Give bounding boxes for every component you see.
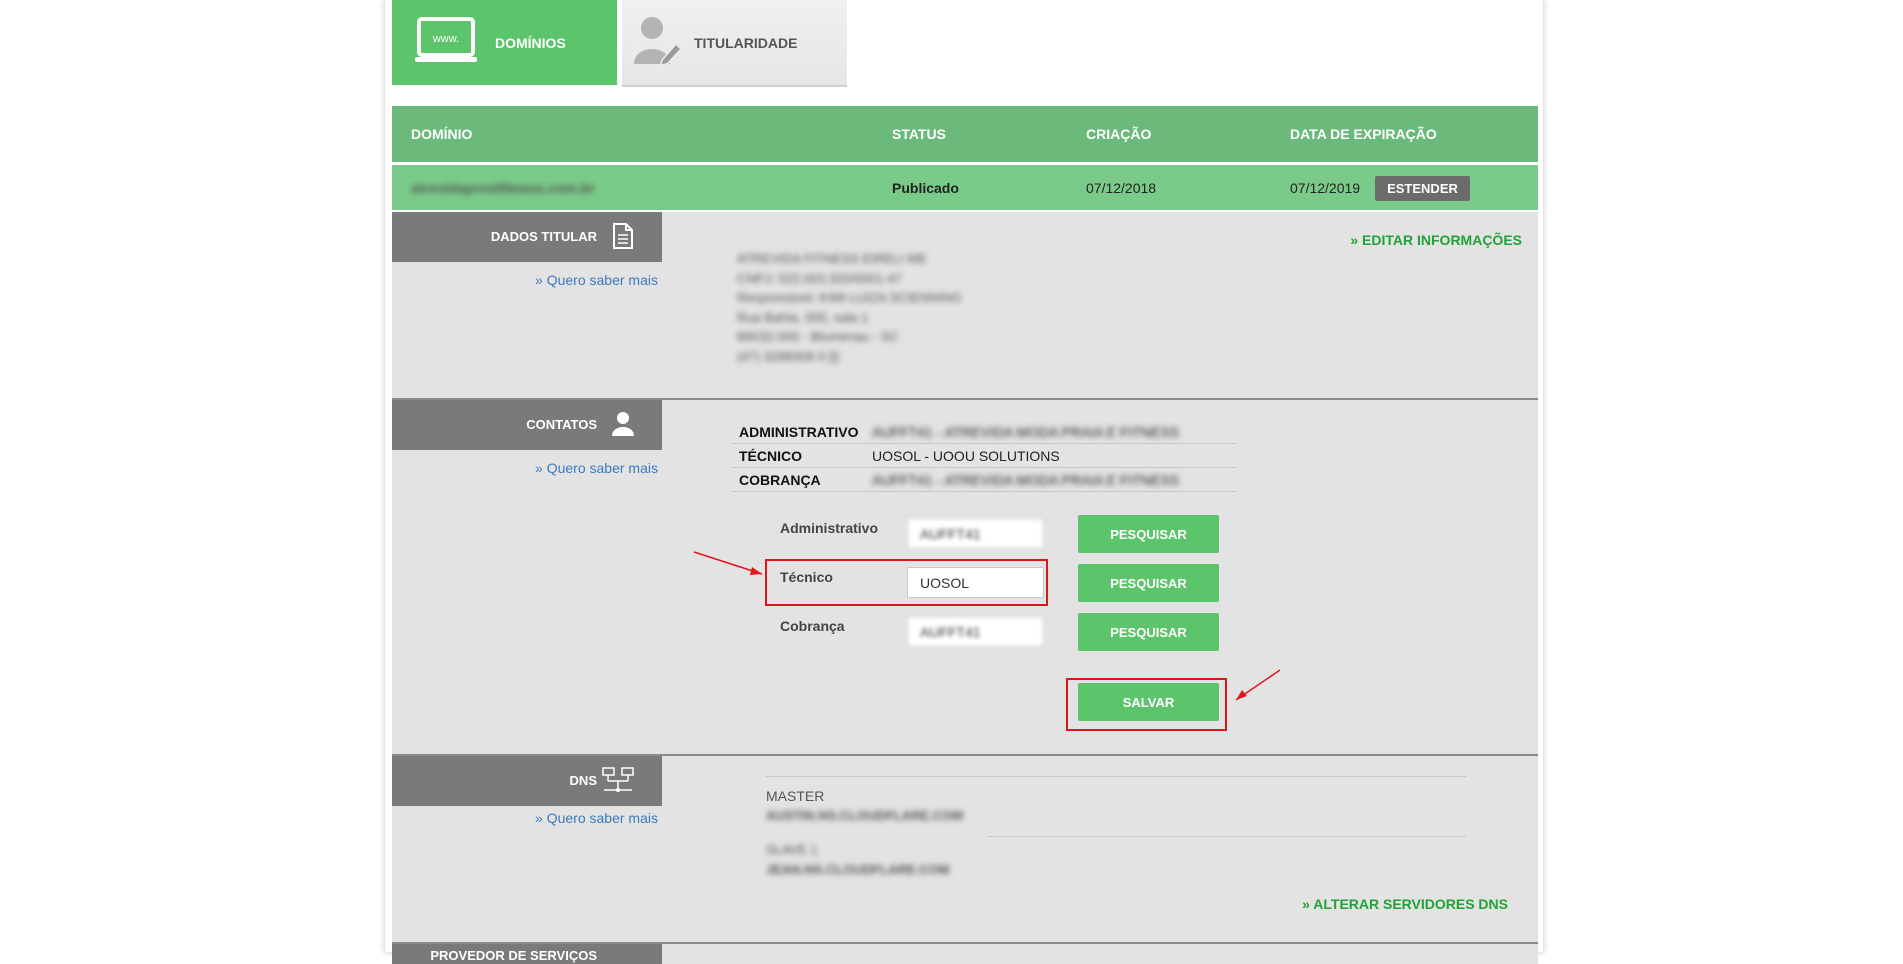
domain-table-header: DOMÍNIO STATUS CRIAÇÃO DATA DE EXPIRAÇÃO <box>392 106 1538 162</box>
section-provedor: PROVEDOR DE SERVIÇOS <box>392 942 1538 964</box>
administrativo-input[interactable] <box>907 518 1044 549</box>
quero-saber-mais-link[interactable]: » Quero saber mais <box>535 272 658 288</box>
contact-type: COBRANÇA <box>739 472 821 488</box>
tecnico-input[interactable] <box>907 567 1044 598</box>
administrativo-label: Administrativo <box>780 520 879 536</box>
document-icon <box>612 222 634 253</box>
tecnico-label: Técnico <box>780 569 833 585</box>
divider <box>766 776 1466 777</box>
table-row: TÉCNICO UOSOL - UOOU SOLUTIONS <box>732 444 1236 468</box>
divider <box>988 836 1466 837</box>
dns-master-value: AUSTIN.NS.CLOUDFLARE.COM <box>766 808 964 823</box>
titular-line: Rua Bahia, 000, sala 1 <box>737 309 869 325</box>
titular-line: ATREVIDA FITNESS EIRELI ME <box>737 251 927 266</box>
quero-saber-mais-link[interactable]: » Quero saber mais <box>535 460 658 476</box>
section-header: PROVEDOR DE SERVIÇOS <box>392 944 662 964</box>
col-criacao: CRIAÇÃO <box>1086 126 1152 142</box>
network-icon <box>602 766 634 797</box>
titular-line: 89032-000 - Blumenau - SC <box>737 329 899 344</box>
section-header: DNS <box>392 756 662 806</box>
section-dados-titular: DADOS TITULAR » Quero saber mais » EDITA… <box>392 212 1538 398</box>
titular-line: Responsável: KIMI LUIZA SCIENNING <box>737 290 962 305</box>
tab-label: DOMÍNIOS <box>495 34 566 51</box>
cobranca-label: Cobrança <box>780 618 845 634</box>
dns-slave-label: SLAVE 1 <box>766 842 818 857</box>
domain-name[interactable]: atrevidaprestfitness.com.br <box>411 180 595 196</box>
pesquisar-tecnico-button[interactable]: PESQUISAR <box>1078 564 1219 602</box>
col-expiracao: DATA DE EXPIRAÇÃO <box>1290 126 1437 142</box>
section-header: DADOS TITULAR <box>392 212 662 262</box>
status-value: Publicado <box>892 180 959 196</box>
tab-dominios[interactable]: www. DOMÍNIOS <box>392 0 617 85</box>
section-title: DNS <box>569 773 597 788</box>
contact-value: UOSOL - UOOU SOLUTIONS <box>872 448 1060 464</box>
contact-value: AUFFT41 - ATREVIDA MODA PRAIA E FITNESS <box>872 472 1180 488</box>
contacts-table: ADMINISTRATIVO AUFFT41 - ATREVIDA MODA P… <box>732 420 1236 492</box>
extend-button[interactable]: ESTENDER <box>1375 176 1470 201</box>
section-dns: DNS » Quero saber mais MASTER AUSTIN.NS.… <box>392 754 1538 944</box>
dns-master-label: MASTER <box>766 788 825 804</box>
quero-saber-mais-link[interactable]: » Quero saber mais <box>535 810 658 826</box>
expiration-date: 07/12/2019 <box>1290 180 1361 196</box>
section-header: CONTATOS <box>392 400 662 450</box>
contact-type: TÉCNICO <box>739 448 802 464</box>
user-icon <box>612 410 634 441</box>
cobranca-input[interactable] <box>907 616 1044 647</box>
annotation-arrow-icon <box>693 551 763 575</box>
section-title: DADOS TITULAR <box>490 229 597 244</box>
creation-date: 07/12/2018 <box>1086 180 1157 196</box>
titular-line: (47) 3288308 0 [i] <box>737 348 839 364</box>
tab-label: TITULARIDADE <box>694 34 798 51</box>
tab-titularidade[interactable]: TITULARIDADE <box>622 0 847 87</box>
col-status: STATUS <box>892 126 946 142</box>
browser-www-icon: www. <box>415 17 477 68</box>
contact-type: ADMINISTRATIVO <box>739 424 859 440</box>
section-contatos: CONTATOS » Quero saber mais ADMINISTRATI… <box>392 398 1538 756</box>
table-row: atrevidaprestfitness.com.br Publicado 07… <box>392 165 1538 210</box>
section-title: PROVEDOR DE SERVIÇOS <box>430 948 597 963</box>
annotation-arrow-icon <box>1235 669 1281 701</box>
section-title: CONTATOS <box>526 417 597 432</box>
table-row: COBRANÇA AUFFT41 - ATREVIDA MODA PRAIA E… <box>732 468 1236 492</box>
save-button[interactable]: SALVAR <box>1078 683 1219 721</box>
dns-slave-value: JEAN.NS.CLOUDFLARE.COM <box>766 862 950 877</box>
user-edit-icon <box>632 14 683 71</box>
pesquisar-cobranca-button[interactable]: PESQUISAR <box>1078 613 1219 651</box>
alterar-servidores-dns-link[interactable]: » ALTERAR SERVIDORES DNS <box>1302 896 1508 912</box>
editar-informacoes-link[interactable]: » EDITAR INFORMAÇÕES <box>1350 232 1522 248</box>
titular-info: ATREVIDA FITNESS EIRELI ME CNPJ: 022.003… <box>737 249 962 366</box>
svg-text:www.: www. <box>432 33 459 45</box>
titular-line: CNPJ: 022.003.320/0001-47 <box>737 270 902 286</box>
col-dominio: DOMÍNIO <box>411 126 473 142</box>
contact-value: AUFFT41 - ATREVIDA MODA PRAIA E FITNESS <box>872 424 1180 440</box>
pesquisar-administrativo-button[interactable]: PESQUISAR <box>1078 515 1219 553</box>
table-row: ADMINISTRATIVO AUFFT41 - ATREVIDA MODA P… <box>732 420 1236 444</box>
